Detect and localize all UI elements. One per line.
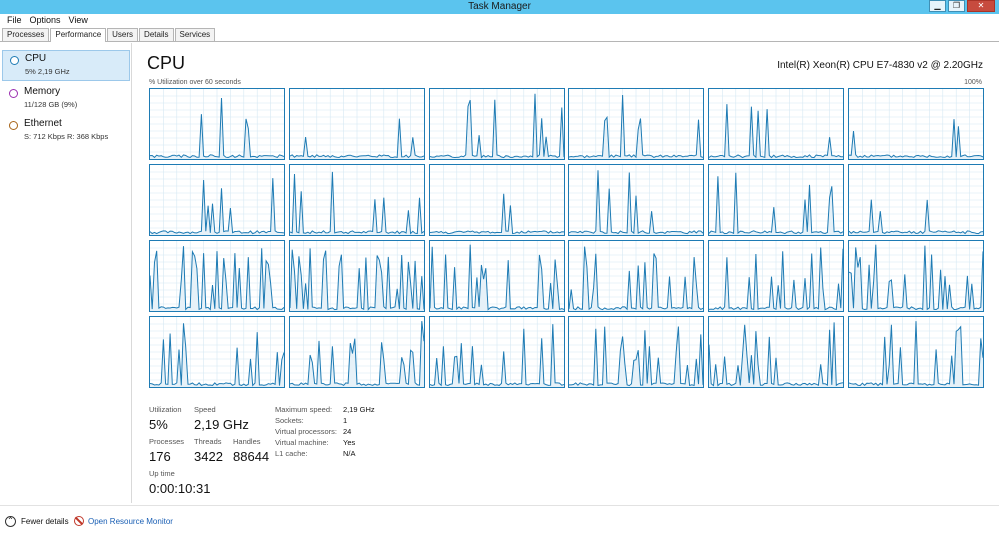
tab-details[interactable]: Details: [139, 28, 174, 41]
menu-view[interactable]: View: [65, 14, 92, 28]
window-title: Task Manager: [468, 1, 531, 12]
cpu-core-graph: [708, 164, 845, 236]
uptime-value: 0:00:10:31: [149, 481, 211, 496]
tab-services[interactable]: Services: [174, 28, 216, 41]
cpu-core-graph: [288, 164, 425, 236]
cpu-core-graph: [149, 164, 285, 236]
tab-processes[interactable]: Processes: [2, 28, 50, 41]
cpu-core-graph: [149, 316, 285, 388]
max-percent-label: 100%: [964, 79, 982, 86]
detail-key: Sockets:: [275, 416, 304, 425]
cpu-core-graph: [848, 164, 984, 236]
processes-label: Processes: [149, 437, 185, 446]
cpu-core-graph: [568, 88, 705, 160]
sidebar-item-memory[interactable]: Memory 11/128 GB (9%): [2, 84, 130, 115]
speed-stat: Speed 2,19 GHz: [194, 405, 249, 432]
cpu-core-graph: [149, 240, 285, 312]
cpu-core-graph: [708, 240, 845, 312]
ethernet-ring-icon: [9, 121, 18, 130]
processes-value: 176: [149, 449, 171, 464]
detail-value: N/A: [343, 449, 356, 458]
detail-key: Maximum speed:: [275, 405, 333, 414]
memory-ring-icon: [9, 89, 18, 98]
detail-row: Virtual machine: Yes: [275, 438, 375, 449]
title-bar: Task Manager ▁ ❐ ✕: [0, 0, 999, 14]
menu-bar: File Options View: [0, 14, 999, 28]
footer-bar: ⌃ Fewer details Open Resource Monitor: [0, 505, 999, 537]
cpu-details-table: Maximum speed: 2,19 GHz Sockets: 1 Virtu…: [275, 405, 375, 460]
logical-processor-graphs: [149, 88, 984, 388]
cpu-core-graph: [428, 164, 565, 236]
detail-value: 24: [343, 427, 352, 436]
detail-value: 1: [343, 416, 348, 425]
utilization-axis-label: % Utilization over 60 seconds: [149, 79, 241, 86]
close-button[interactable]: ✕: [967, 0, 995, 12]
tab-performance[interactable]: Performance: [50, 28, 107, 42]
menu-options[interactable]: Options: [26, 14, 65, 28]
cpu-core-graph: [848, 88, 984, 160]
detail-row: Virtual processors: 24: [275, 427, 375, 438]
maximize-button[interactable]: ❐: [948, 0, 965, 12]
tab-users[interactable]: Users: [107, 28, 139, 41]
chevron-up-icon: ⌃: [5, 516, 16, 527]
sidebar-item-subtitle: 11/128 GB (9%): [24, 100, 78, 109]
open-resource-monitor-link[interactable]: Open Resource Monitor: [74, 516, 173, 526]
sidebar-item-title: Memory: [24, 86, 61, 97]
sidebar-item-subtitle: 5% 2,19 GHz: [25, 67, 70, 76]
tab-strip: Processes Performance Users Details Serv…: [0, 28, 999, 42]
utilization-value: 5%: [149, 417, 168, 432]
resource-sidebar: CPU 5% 2,19 GHz Memory 11/128 GB (9%) Et…: [0, 43, 132, 503]
detail-value: Yes: [343, 438, 356, 447]
detail-row: L1 cache: N/A: [275, 449, 375, 460]
cpu-core-graph: [848, 316, 984, 388]
sidebar-item-title: CPU: [25, 53, 47, 64]
threads-stat: Threads 3422: [194, 437, 223, 464]
fewer-details-label: Fewer details: [21, 517, 69, 526]
detail-key: Virtual machine:: [275, 438, 329, 447]
cpu-core-graph: [428, 316, 565, 388]
threads-label: Threads: [194, 437, 222, 446]
cpu-core-graph: [149, 88, 285, 160]
cpu-core-graph: [288, 88, 425, 160]
handles-stat: Handles 88644: [233, 437, 269, 464]
resource-monitor-icon: [74, 516, 84, 526]
cpu-core-graph: [708, 316, 845, 388]
cpu-model-name: Intel(R) Xeon(R) CPU E7-4830 v2 @ 2.20GH…: [777, 60, 983, 71]
threads-value: 3422: [194, 449, 223, 464]
cpu-core-graph: [428, 88, 565, 160]
handles-value: 88644: [233, 449, 270, 464]
cpu-core-graph: [428, 240, 565, 312]
handles-label: Handles: [233, 437, 261, 446]
cpu-core-graph: [288, 240, 425, 312]
sidebar-item-ethernet[interactable]: Ethernet S: 712 Kbps R: 368 Kbps: [2, 116, 130, 147]
cpu-core-graph: [708, 88, 845, 160]
detail-row: Maximum speed: 2,19 GHz: [275, 405, 375, 416]
sidebar-item-title: Ethernet: [24, 118, 62, 129]
detail-row: Sockets: 1: [275, 416, 375, 427]
fewer-details-link[interactable]: ⌃ Fewer details: [5, 516, 69, 527]
cpu-core-graph: [848, 240, 984, 312]
detail-value: 2,19 GHz: [343, 405, 375, 414]
utilization-label: Utilization: [149, 405, 182, 414]
detail-key: Virtual processors:: [275, 427, 337, 436]
menu-file[interactable]: File: [3, 14, 26, 28]
sidebar-item-subtitle: S: 712 Kbps R: 368 Kbps: [24, 132, 109, 141]
cpu-core-graph: [568, 240, 705, 312]
cpu-core-graph: [288, 316, 425, 388]
open-resource-monitor-label: Open Resource Monitor: [88, 516, 173, 526]
page-title: CPU: [147, 53, 186, 73]
utilization-stat: Utilization 5%: [149, 405, 182, 432]
detail-key: L1 cache:: [275, 449, 308, 458]
uptime-label: Up time: [149, 469, 175, 478]
speed-value: 2,19 GHz: [194, 417, 249, 432]
processes-stat: Processes 176: [149, 437, 184, 464]
sidebar-item-cpu[interactable]: CPU 5% 2,19 GHz: [2, 50, 130, 81]
minimize-button[interactable]: ▁: [929, 0, 946, 12]
cpu-core-graph: [568, 164, 705, 236]
speed-label: Speed: [194, 405, 216, 414]
uptime-stat: Up time 0:00:10:31: [149, 469, 210, 496]
cpu-ring-icon: [10, 56, 19, 65]
cpu-core-graph: [568, 316, 705, 388]
